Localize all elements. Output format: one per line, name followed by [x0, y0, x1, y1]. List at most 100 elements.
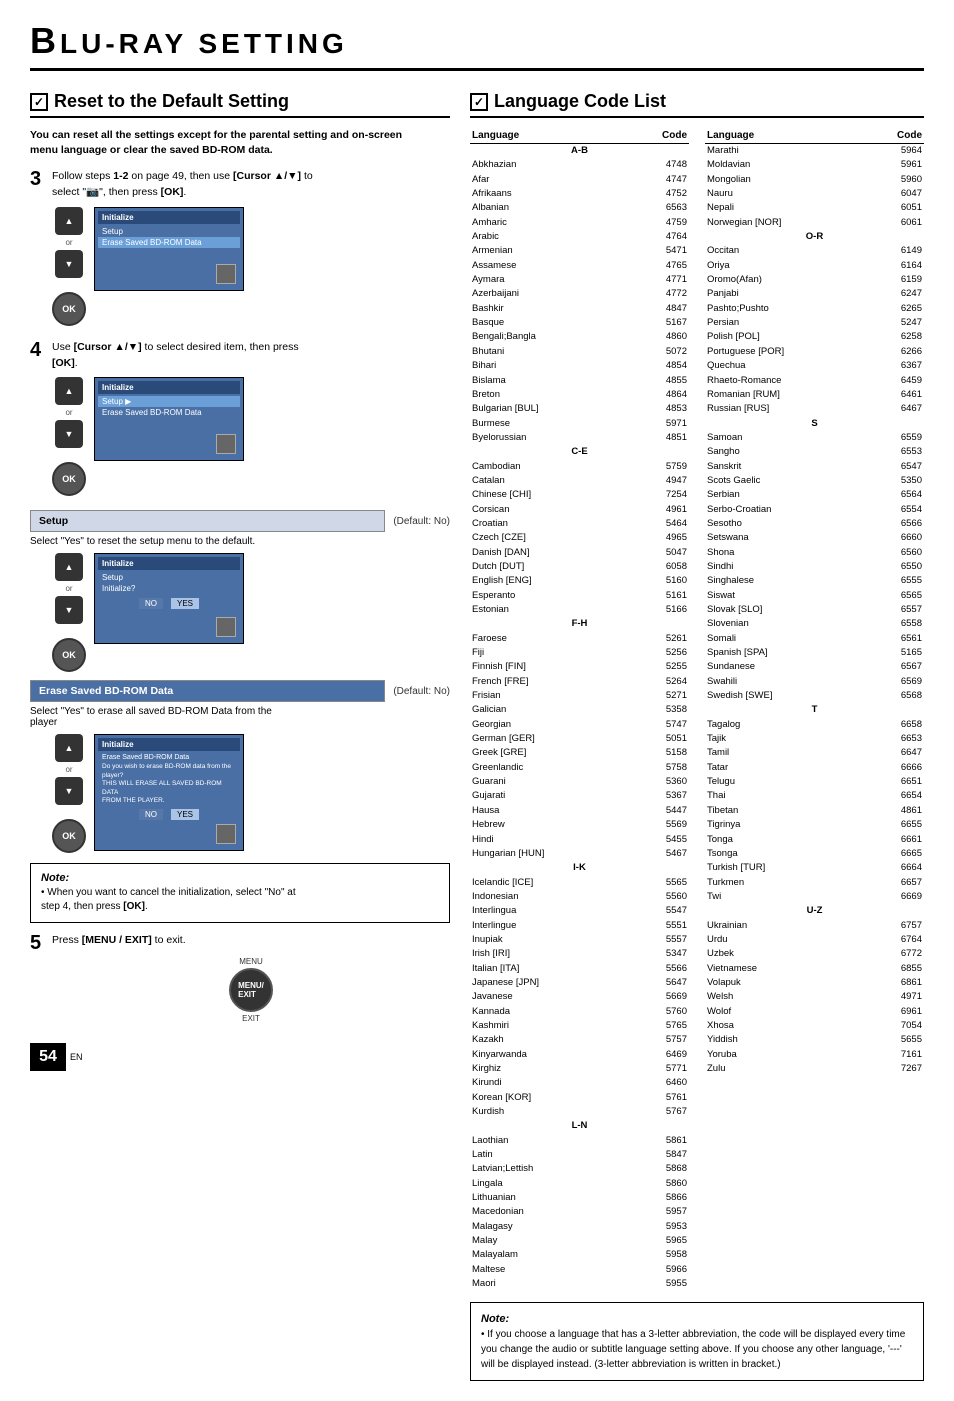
down-btn-4[interactable]: ▼ [55, 777, 83, 805]
list-item: Nauru6047 [705, 187, 924, 201]
exit-label: EXIT [242, 1014, 260, 1023]
list-item: Turkish [TUR]6664 [705, 861, 924, 875]
screen-init-q: Initialize? [98, 583, 240, 594]
list-item: Azerbaijani4772 [470, 287, 689, 301]
list-item: Serbo-Croatian6554 [705, 503, 924, 517]
list-item: Italian [ITA]5566 [470, 962, 689, 976]
list-item: Finnish [FIN]5255 [470, 660, 689, 674]
right-column: ✓ Language Code List Language Code [470, 91, 924, 1381]
screen-item-setup-2: Setup ▶ [98, 396, 240, 407]
list-item: Fiji5256 [470, 646, 689, 660]
screen-erase-yes[interactable]: YES [171, 809, 199, 820]
page-number-area: 54 EN [30, 1043, 450, 1071]
list-item: Kannada5760 [470, 1005, 689, 1019]
list-item: Norwegian [NOR]6061 [705, 216, 924, 230]
erase-box: Erase Saved BD-ROM Data [30, 680, 385, 702]
screen-yes-btn[interactable]: YES [171, 598, 199, 609]
section-ce: C-E [470, 445, 689, 459]
list-item: Interlingua5547 [470, 904, 689, 918]
list-item: Bulgarian [BUL]4853 [470, 402, 689, 416]
list-item: Chinese [CHI]7254 [470, 488, 689, 502]
list-item: Guarani5360 [470, 775, 689, 789]
step-3-number: 3 [30, 169, 41, 189]
list-item: Tigrinya6655 [705, 818, 924, 832]
list-item: Moldavian5961 [705, 158, 924, 172]
ok-btn-2[interactable]: OK [52, 462, 86, 496]
list-item: Galician5358 [470, 703, 689, 717]
list-item: Korean [KOR]5761 [470, 1091, 689, 1105]
list-item: Occitan6149 [705, 244, 924, 258]
list-item: Afrikaans4752 [470, 187, 689, 201]
list-item: Maltese5966 [470, 1263, 689, 1277]
list-item: Cambodian5759 [470, 460, 689, 474]
screen-erase-no[interactable]: NO [139, 809, 163, 820]
list-item: Danish [DAN]5047 [470, 546, 689, 560]
list-item: Russian [RUS]6467 [705, 402, 924, 416]
list-item: Georgian5747 [470, 718, 689, 732]
list-item: Abkhazian4748 [470, 158, 689, 172]
list-item: Serbian6564 [705, 488, 924, 502]
section-s: S [705, 417, 924, 431]
ok-btn-3[interactable]: OK [52, 638, 86, 672]
list-item: Latin5847 [470, 1148, 689, 1162]
lang-table-wrapper: Language Code A-B Abkhazian4748 Afar4747… [470, 128, 924, 1292]
menu-label: MENU [239, 957, 263, 966]
list-item: Kirundi6460 [470, 1076, 689, 1090]
list-item: Portuguese [POR]6266 [705, 345, 924, 359]
down-btn-2[interactable]: ▼ [55, 420, 83, 448]
page-header: BLU-RAY SETTING [30, 20, 924, 71]
list-item: Kinyarwanda6469 [470, 1048, 689, 1062]
list-item: Xhosa7054 [705, 1019, 924, 1033]
list-item: Setswana6660 [705, 531, 924, 545]
list-item: Pashto;Pushto6265 [705, 302, 924, 316]
menu-exit-button[interactable]: MENU/EXIT [229, 968, 273, 1012]
step-5: 5 Press [MENU / EXIT] to exit. MENU MENU… [30, 933, 450, 1023]
screen-item-erase-2: Erase Saved BD-ROM Data [98, 407, 240, 418]
list-item: Corsican4961 [470, 503, 689, 517]
list-item: Tatar6666 [705, 761, 924, 775]
list-item: Panjabi6247 [705, 287, 924, 301]
page-title: BLU-RAY SETTING [30, 28, 348, 59]
list-item: Tamil6647 [705, 746, 924, 760]
lang-table-1: Language Code A-B Abkhazian4748 Afar4747… [470, 128, 689, 1292]
right-note-title: Note: [481, 1311, 913, 1328]
screen-title-4: Initialize [98, 738, 240, 751]
list-item: Maori5955 [470, 1277, 689, 1291]
list-item: Aymara4771 [470, 273, 689, 287]
list-item: Irish [IRI]5347 [470, 947, 689, 961]
list-item: Japanese [JPN]5647 [470, 976, 689, 990]
code-header-1: Code [629, 128, 689, 144]
erase-desc: Select "Yes" to erase all saved BD-ROM D… [30, 706, 450, 728]
list-item: Samoan6559 [705, 431, 924, 445]
list-item: Croatian5464 [470, 517, 689, 531]
list-item: Bhutani5072 [470, 345, 689, 359]
list-item: French [FRE]5264 [470, 675, 689, 689]
list-item: Zulu7267 [705, 1062, 924, 1076]
list-item: Tonga6661 [705, 833, 924, 847]
ok-btn-1[interactable]: OK [52, 292, 86, 326]
list-item: Interlingue5551 [470, 919, 689, 933]
list-item: Yiddish5655 [705, 1033, 924, 1047]
setup-section: Setup (Default: No) Select "Yes" to rese… [30, 510, 450, 672]
list-item: Swedish [SWE]6568 [705, 689, 924, 703]
list-item: Ukrainian6757 [705, 919, 924, 933]
setup-box: Setup [30, 510, 385, 532]
menu-exit-area: MENU MENU/EXIT EXIT [52, 957, 450, 1023]
up-btn-3[interactable]: ▲ [55, 553, 83, 581]
list-item: Welsh4971 [705, 990, 924, 1004]
screen-erase-desc: Do you wish to erase BD-ROM data from th… [98, 762, 240, 806]
ok-btn-4[interactable]: OK [52, 819, 86, 853]
list-item: Lingala5860 [470, 1177, 689, 1191]
down-btn-1[interactable]: ▼ [55, 250, 83, 278]
list-item: Volapuk6861 [705, 976, 924, 990]
up-btn-2[interactable]: ▲ [55, 377, 83, 405]
screen-no-btn[interactable]: NO [139, 598, 163, 609]
list-item: Urdu6764 [705, 933, 924, 947]
list-item: Inupiak5557 [470, 933, 689, 947]
up-btn-4[interactable]: ▲ [55, 734, 83, 762]
up-btn-1[interactable]: ▲ [55, 207, 83, 235]
list-item: Kashmiri5765 [470, 1019, 689, 1033]
main-layout: ✓ Reset to the Default Setting You can r… [30, 91, 924, 1381]
down-btn-3[interactable]: ▼ [55, 596, 83, 624]
or-label-4: or [65, 765, 72, 774]
